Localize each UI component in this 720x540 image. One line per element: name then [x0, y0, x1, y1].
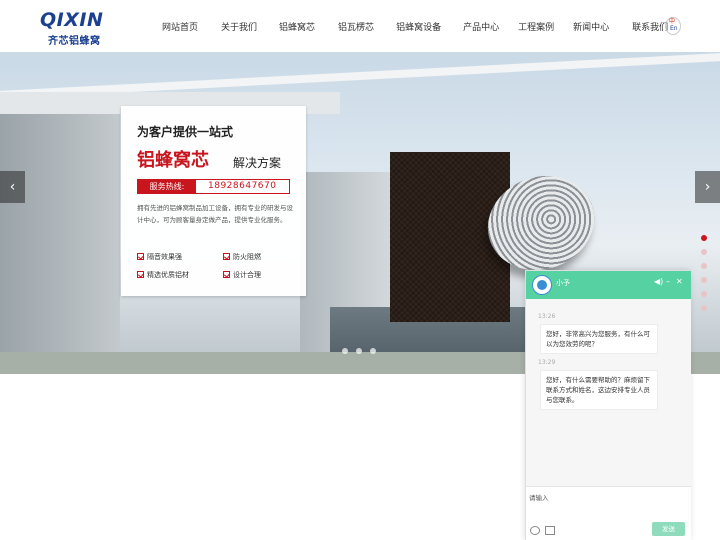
- slide-dot[interactable]: [701, 291, 707, 297]
- promo-solution-text: 解决方案: [233, 156, 282, 170]
- lang-en-label: En: [670, 25, 678, 32]
- site-header: QIXIN 齐芯铝蜂窝 网站首页 关于我们 铝蜂窝芯 铝瓦楞芯 铝蜂窝设备 产品…: [0, 0, 720, 52]
- agent-name: 小予: [556, 279, 570, 287]
- send-button[interactable]: 发送: [652, 522, 685, 536]
- pagination-dot[interactable]: [342, 348, 348, 354]
- feature-item: 隔音效果强: [137, 252, 182, 262]
- chat-widget: 小予 ◀) – ✕ 13:26 您好，非常高兴为您服务，有什么可以为您效劳的呢？…: [525, 270, 691, 540]
- nav-contact[interactable]: 联系我们: [632, 20, 668, 33]
- slide-dot[interactable]: [701, 249, 707, 255]
- nav-products[interactable]: 产品中心: [463, 20, 499, 33]
- chat-header: 小予 ◀) – ✕: [526, 271, 691, 299]
- carousel-pagination: [342, 348, 384, 354]
- language-switch[interactable]: 中 En: [665, 17, 681, 35]
- check-icon: [223, 271, 230, 278]
- chat-input-placeholder: 请输入: [529, 494, 549, 502]
- logo-wordmark: QIXIN: [40, 9, 104, 31]
- slide-dot[interactable]: [701, 305, 707, 311]
- hotline-label: 服务热线:: [138, 180, 196, 193]
- hotline-box: 服务热线: 18928647670: [137, 179, 290, 194]
- check-icon: [137, 253, 144, 260]
- nav-news[interactable]: 新闻中心: [573, 20, 609, 33]
- slide-dot[interactable]: [701, 263, 707, 269]
- promo-card: 为客户提供一站式 铝蜂窝芯 解决方案 服务热线: 18928647670 拥有先…: [121, 106, 306, 296]
- nav-projects[interactable]: 工程案例: [518, 20, 554, 33]
- nav-equipment[interactable]: 铝蜂窝设备: [396, 20, 441, 33]
- close-icon[interactable]: ✕: [676, 277, 683, 287]
- message-time: 13:29: [538, 359, 556, 366]
- slide-dot[interactable]: [701, 277, 707, 283]
- nav-honeycomb-core[interactable]: 铝蜂窝芯: [279, 20, 315, 33]
- nav-about[interactable]: 关于我们: [221, 20, 257, 33]
- minimize-icon[interactable]: –: [666, 277, 670, 287]
- image-upload-icon[interactable]: [545, 526, 555, 535]
- main-nav: 网站首页 关于我们 铝蜂窝芯 铝瓦楞芯 铝蜂窝设备 产品中心 工程案例 新闻中心…: [150, 0, 668, 52]
- carousel-prev-button[interactable]: ‹: [0, 171, 25, 203]
- site-logo[interactable]: QIXIN 齐芯铝蜂窝: [40, 9, 110, 47]
- promo-description: 拥有先进的铝蜂窝制品加工设备，拥有专业的研发与设计中心，可为顾客量身定做产品，提…: [137, 204, 293, 224]
- feature-item: 防火阻燃: [223, 252, 261, 262]
- check-icon: [223, 253, 230, 260]
- carousel-next-button[interactable]: ›: [695, 171, 720, 203]
- page: QIXIN 齐芯铝蜂窝 网站首页 关于我们 铝蜂窝芯 铝瓦楞芯 铝蜂窝设备 产品…: [0, 0, 720, 540]
- building-left-wall: [0, 114, 120, 374]
- sound-icon[interactable]: ◀): [654, 277, 663, 287]
- promo-headline: 为客户提供一站式: [137, 125, 234, 139]
- chat-messages: 13:26 您好，非常高兴为您服务，有什么可以为您效劳的呢？ 13:29 您好，…: [526, 299, 691, 486]
- message-bubble: 您好，非常高兴为您服务，有什么可以为您效劳的呢？: [540, 324, 658, 354]
- carousel-vertical-dots: [701, 235, 707, 319]
- nav-home[interactable]: 网站首页: [162, 20, 198, 33]
- message-time: 13:26: [538, 313, 556, 320]
- chat-input-area[interactable]: 请输入 发送: [526, 486, 691, 540]
- nav-corrugated-core[interactable]: 铝瓦楞芯: [338, 20, 374, 33]
- pagination-dot[interactable]: [356, 348, 362, 354]
- pagination-dot[interactable]: [370, 348, 376, 354]
- feature-item: 精选优质铝材: [137, 270, 189, 280]
- feature-item: 设计合理: [223, 270, 261, 280]
- lang-cn-label: 中: [669, 18, 676, 25]
- hotline-number[interactable]: 18928647670: [208, 180, 277, 193]
- slide-dot-active[interactable]: [701, 235, 707, 241]
- agent-avatar: [532, 275, 552, 295]
- emoji-icon[interactable]: [530, 526, 540, 535]
- promo-product-name: 铝蜂窝芯: [137, 150, 209, 171]
- message-bubble: 您好，有什么需要帮助的？麻烦留下联系方式和姓名，这边安排专业人员与您联系。: [540, 370, 658, 410]
- logo-subtitle: 齐芯铝蜂窝: [48, 36, 101, 47]
- check-icon: [137, 271, 144, 278]
